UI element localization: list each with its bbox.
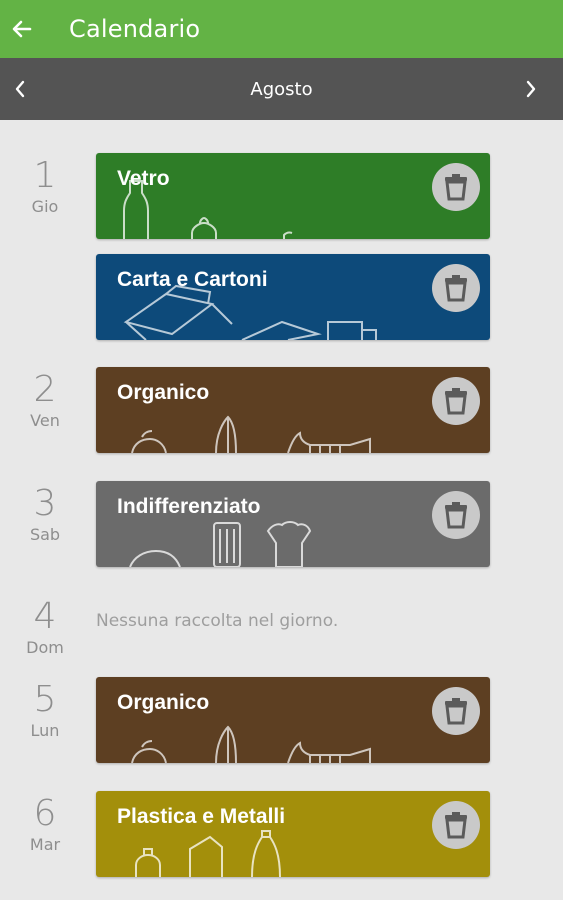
day-label: 3 Sab bbox=[0, 483, 90, 545]
day-weekday: Dom bbox=[26, 638, 64, 657]
organic-illustration-icon bbox=[131, 415, 371, 453]
day-number: 4 bbox=[33, 596, 57, 637]
card-title: Organico bbox=[117, 381, 210, 404]
day-label: 2 Ven bbox=[0, 369, 90, 431]
trash-icon bbox=[445, 698, 467, 725]
trash-icon bbox=[445, 812, 467, 839]
day-weekday: Gio bbox=[31, 197, 59, 216]
day-weekday: Sab bbox=[29, 525, 61, 544]
day-label: 5 Lun bbox=[0, 679, 90, 741]
day-number: 6 bbox=[33, 793, 57, 834]
day-weekday: Mar bbox=[29, 835, 61, 854]
day-label: 6 Mar bbox=[0, 793, 90, 855]
day-number: 2 bbox=[33, 369, 57, 410]
card-title: Vetro bbox=[117, 167, 170, 190]
day-number: 3 bbox=[33, 483, 57, 524]
collection-card-vetro[interactable]: Vetro bbox=[96, 153, 490, 239]
trash-button[interactable] bbox=[432, 491, 480, 539]
card-title: Organico bbox=[117, 691, 210, 714]
arrow-left-icon bbox=[12, 20, 32, 38]
trash-icon bbox=[445, 275, 467, 302]
day-label: 1 Gio bbox=[0, 155, 90, 217]
trash-button[interactable] bbox=[432, 264, 480, 312]
trash-icon bbox=[445, 502, 467, 529]
trash-icon bbox=[445, 388, 467, 415]
page-title: Calendario bbox=[69, 15, 201, 43]
box-illustration-icon bbox=[123, 284, 377, 340]
card-title: Plastica e Metalli bbox=[117, 805, 286, 828]
day-label: 4 Dom bbox=[0, 596, 90, 658]
card-title: Carta e Cartoni bbox=[117, 268, 268, 291]
day-weekday: Ven bbox=[30, 411, 60, 430]
day-number: 5 bbox=[33, 679, 57, 720]
month-navigation: Agosto bbox=[0, 58, 563, 120]
trash-button[interactable] bbox=[432, 163, 480, 211]
plastic-illustration-icon bbox=[135, 830, 281, 877]
organic-illustration-icon bbox=[131, 725, 371, 763]
collection-card-indifferenziato[interactable]: Indifferenziato bbox=[96, 481, 490, 567]
bottle-illustration-icon bbox=[123, 180, 293, 239]
collection-card-plastica[interactable]: Plastica e Metalli bbox=[96, 791, 490, 877]
collection-card-carta[interactable]: Carta e Cartoni bbox=[96, 254, 490, 340]
chevron-right-icon bbox=[526, 80, 536, 98]
next-month-button[interactable] bbox=[511, 58, 551, 120]
previous-month-button[interactable] bbox=[0, 58, 40, 120]
mixed-waste-illustration-icon bbox=[129, 521, 312, 567]
month-label: Agosto bbox=[250, 78, 313, 100]
day-weekday: Lun bbox=[30, 721, 60, 740]
app-bar: Calendario bbox=[0, 0, 563, 58]
no-collection-message: Nessuna raccolta nel giorno. bbox=[96, 611, 339, 631]
collection-card-organico[interactable]: Organico bbox=[96, 677, 490, 763]
day-number: 1 bbox=[33, 155, 57, 196]
card-title: Indifferenziato bbox=[117, 495, 261, 518]
back-button[interactable] bbox=[0, 0, 44, 58]
trash-button[interactable] bbox=[432, 377, 480, 425]
trash-button[interactable] bbox=[432, 687, 480, 735]
trash-button[interactable] bbox=[432, 801, 480, 849]
trash-icon bbox=[445, 174, 467, 201]
collection-card-organico[interactable]: Organico bbox=[96, 367, 490, 453]
chevron-left-icon bbox=[15, 80, 25, 98]
